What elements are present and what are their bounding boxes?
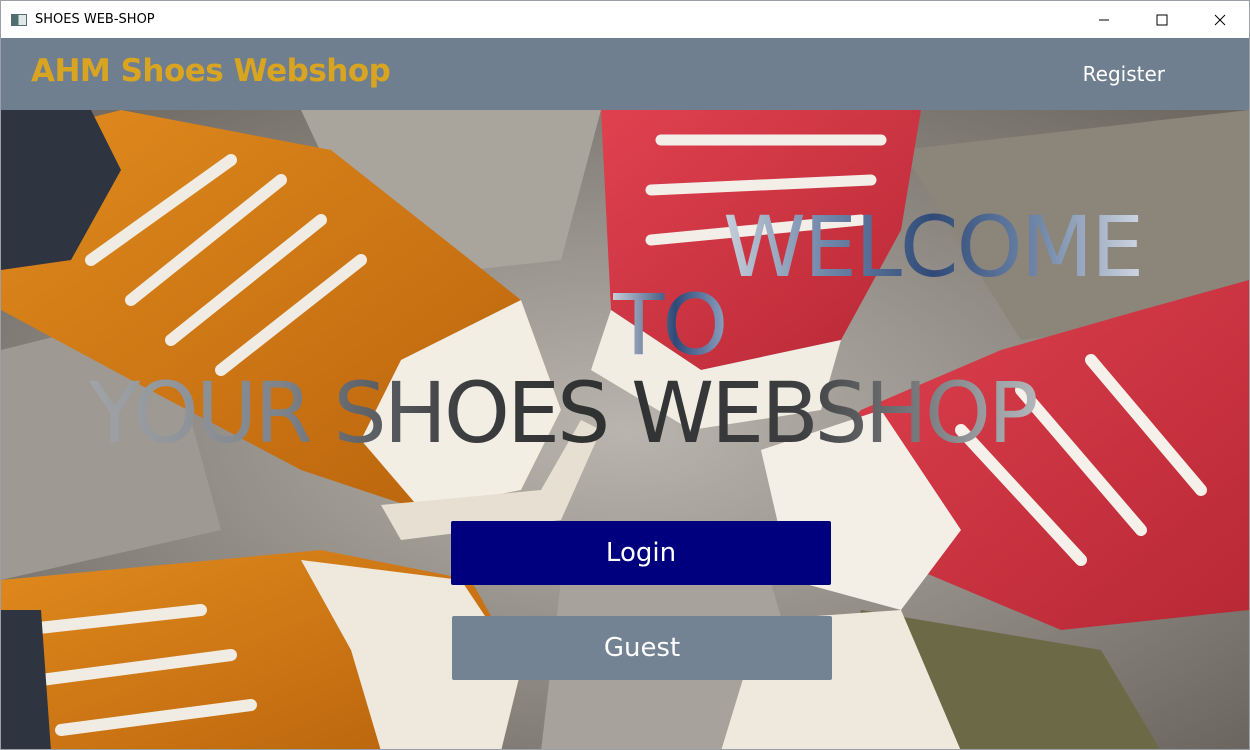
login-button[interactable]: Login bbox=[451, 521, 831, 585]
app-header: AHM Shoes Webshop Register bbox=[1, 38, 1249, 110]
window-title: SHOES WEB-SHOP bbox=[35, 12, 155, 27]
minimize-button[interactable] bbox=[1075, 1, 1133, 38]
close-button[interactable] bbox=[1191, 1, 1249, 38]
minimize-icon bbox=[1099, 19, 1109, 20]
app-icon bbox=[11, 13, 27, 26]
guest-button[interactable]: Guest bbox=[452, 616, 832, 680]
maximize-icon bbox=[1156, 14, 1168, 25]
maximize-button[interactable] bbox=[1133, 1, 1191, 38]
brand-title: AHM Shoes Webshop bbox=[31, 53, 391, 89]
welcome-heading-line3: YOUR SHOES WEBSHOP bbox=[89, 364, 1039, 462]
app-window: SHOES WEB-SHOP AHM Shoes Webshop Registe… bbox=[0, 0, 1250, 750]
register-link[interactable]: Register bbox=[1083, 62, 1165, 86]
close-icon bbox=[1214, 14, 1226, 25]
title-bar[interactable]: SHOES WEB-SHOP bbox=[1, 1, 1249, 38]
window-controls bbox=[1075, 1, 1249, 38]
hero-section: WELCOME TO YOUR SHOES WEBSHOP Login Gues… bbox=[1, 110, 1249, 749]
welcome-heading-line2: TO bbox=[613, 276, 728, 374]
welcome-heading-line1: WELCOME bbox=[723, 198, 1144, 296]
